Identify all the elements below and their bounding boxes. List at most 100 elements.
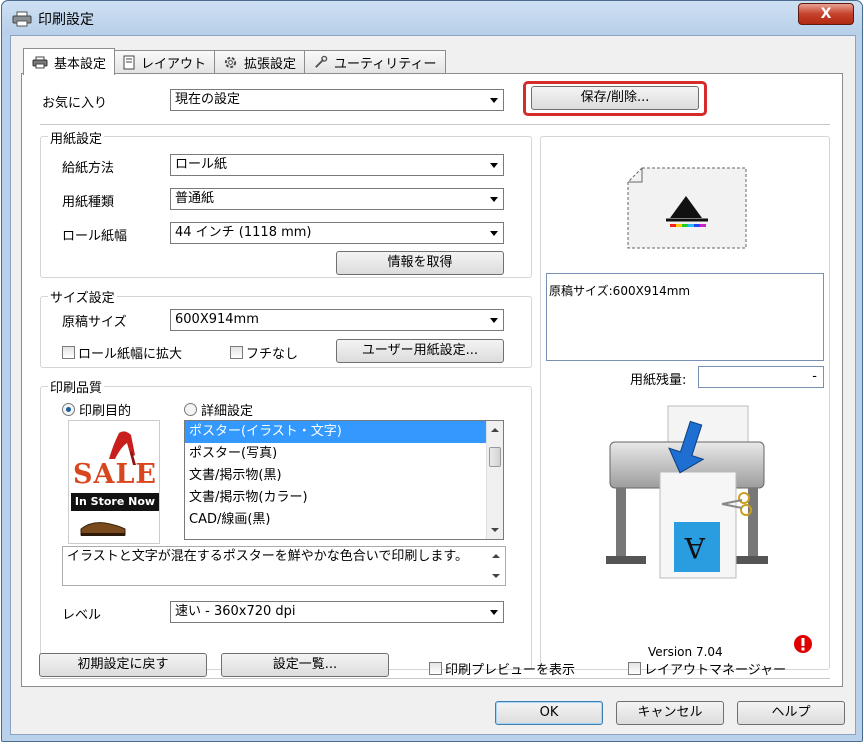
radio-dot [62,403,75,416]
chevron-down-icon [490,231,498,236]
doc-size-info-box: 原稿サイズ:600X914mm [546,273,824,361]
doc-size-value: 600X914mm [175,312,259,327]
print-settings-window: 印刷設定 X 基本設定 レイアウト 拡張設定 ユーティリティー お気に入り 現在… [1,0,863,742]
title-bar[interactable]: 印刷設定 X [2,1,862,35]
radio-dot [184,403,197,416]
checkbox-box [628,662,641,675]
radio-print-purpose[interactable]: 印刷目的 [62,400,131,419]
print-preview-label: 印刷プレビューを表示 [445,663,576,678]
purpose-description: イラストと文字が混在するポスターを鮮やかな色合いで印刷します。 [62,546,506,586]
divider [40,678,830,679]
paper-source-value: ロール紙 [175,157,228,172]
radio-advanced[interactable]: 詳細設定 [184,400,253,419]
get-info-button[interactable]: 情報を取得 [336,251,504,275]
chevron-down-icon [490,610,498,615]
tab-advanced[interactable]: 拡張設定 [214,50,306,74]
settings-list-button[interactable]: 設定一覧... [221,653,389,677]
page-icon [123,55,135,70]
roll-width-select[interactable]: 44 インチ (1118 mm) [170,222,504,244]
tab-utility[interactable]: ユーティリティー [304,50,446,74]
dialog-client: 基本設定 レイアウト 拡張設定 ユーティリティー お気に入り 現在の設定 保存/… [10,35,856,735]
chevron-down-icon [490,98,498,103]
layout-manager-checkbox[interactable]: レイアウトマネージャー [628,659,786,678]
list-item[interactable]: CAD/線画(黒) [185,509,503,531]
doc-size-select[interactable]: 600X914mm [170,309,504,331]
radio-print-purpose-label: 印刷目的 [79,404,132,419]
tab-layout[interactable]: レイアウト [114,50,216,74]
roll-width-value: 44 インチ (1118 mm) [175,225,312,240]
size-settings-title: サイズ設定 [48,287,117,306]
shoe-icon [80,522,126,536]
list-scrollbar[interactable] [486,421,503,539]
divider [40,124,830,125]
list-item[interactable]: ポスター(写真) [185,443,503,465]
wrench-icon [315,55,328,68]
tab-layout-label: レイアウト [141,57,207,72]
tab-strip: 基本設定 レイアウト 拡張設定 ユーティリティー [23,48,446,75]
cancel-button[interactable]: キャンセル [616,701,724,725]
favorites-value: 現在の設定 [175,92,241,107]
scroll-up-icon [491,428,499,432]
print-quality-title: 印刷品質 [48,377,105,396]
checkbox-box [230,346,243,359]
paper-source-select[interactable]: ロール紙 [170,154,504,176]
list-item[interactable]: ポスター(イラスト・文字) [185,421,503,443]
paper-type-label: 用紙種類 [62,195,115,210]
description-text: イラストと文字が混在するポスターを鮮やかな色合いで印刷します。 [67,549,469,564]
paper-source-label: 給紙方法 [62,161,115,176]
checkbox-box [429,662,442,675]
scroll-up-icon [492,554,500,558]
custom-paper-button[interactable]: ユーザー用紙設定... [336,339,504,363]
borderless-label: フチなし [246,347,299,362]
print-purpose-list[interactable]: ポスター(イラスト・文字) ポスター(写真) 文書/掲示物(黒) 文書/掲示物(… [184,420,504,540]
doc-size-info-text: 原稿サイズ:600X914mm [549,284,691,298]
favorites-label: お気に入り [42,96,108,111]
sale-text: SALE [73,459,158,490]
list-item[interactable]: 文書/掲示物(カラー) [185,487,503,509]
paper-type-value: 普通紙 [175,191,215,206]
printer-icon [12,11,32,27]
level-label: レベル [62,608,102,623]
list-item[interactable]: 文書/掲示物(黒) [185,465,503,487]
window-title: 印刷設定 [38,12,94,28]
reset-defaults-button[interactable]: 初期設定に戻す [39,653,207,677]
tab-basic-label: 基本設定 [54,56,107,72]
help-button[interactable]: ヘルプ [737,701,845,725]
enlarge-to-roll-label: ロール紙幅に拡大 [78,347,183,362]
purpose-thumbnail: SALE In Store Now [68,420,160,544]
tab-basic[interactable]: 基本設定 [23,48,116,75]
favorites-select[interactable]: 現在の設定 [170,89,504,111]
paper-preview-icon [627,167,747,249]
doc-size-label: 原稿サイズ [62,315,127,330]
checkbox-box [62,346,75,359]
version-text: Version 7.04 [648,645,723,659]
level-value: 速い - 360x720 dpi [175,604,296,619]
chevron-down-icon [490,318,498,323]
paper-type-select[interactable]: 普通紙 [170,188,504,210]
roll-width-label: ロール紙幅 [62,229,128,244]
ok-button[interactable]: OK [495,701,603,725]
enlarge-to-roll-checkbox[interactable]: ロール紙幅に拡大 [62,343,182,362]
paper-remaining-field: - [698,366,824,388]
scroll-thumb[interactable] [489,447,501,467]
radio-advanced-label: 詳細設定 [201,404,254,419]
tab-utility-label: ユーティリティー [334,57,437,72]
alert-icon[interactable] [793,634,813,654]
layout-manager-label: レイアウトマネージャー [644,663,787,678]
borderless-checkbox[interactable]: フチなし [230,343,298,362]
printer-illustration-icon: A [606,405,768,579]
paper-settings-title: 用紙設定 [48,128,105,147]
scroll-down-icon [492,574,500,578]
svg-text:A: A [684,531,706,564]
gear-icon [224,56,237,69]
description-scrollbar[interactable] [488,547,505,585]
chevron-down-icon [490,163,498,168]
printer-icon [32,56,48,68]
chevron-down-icon [490,197,498,202]
basic-settings-panel: お気に入り 現在の設定 保存/削除... 用紙設定 給紙方法 ロール紙 用紙種類… [21,73,843,687]
close-button[interactable]: X [798,3,854,25]
save-delete-button[interactable]: 保存/削除... [531,86,699,110]
level-select[interactable]: 速い - 360x720 dpi [170,601,504,623]
print-preview-checkbox[interactable]: 印刷プレビューを表示 [429,659,575,678]
store-banner: In Store Now [71,493,159,511]
